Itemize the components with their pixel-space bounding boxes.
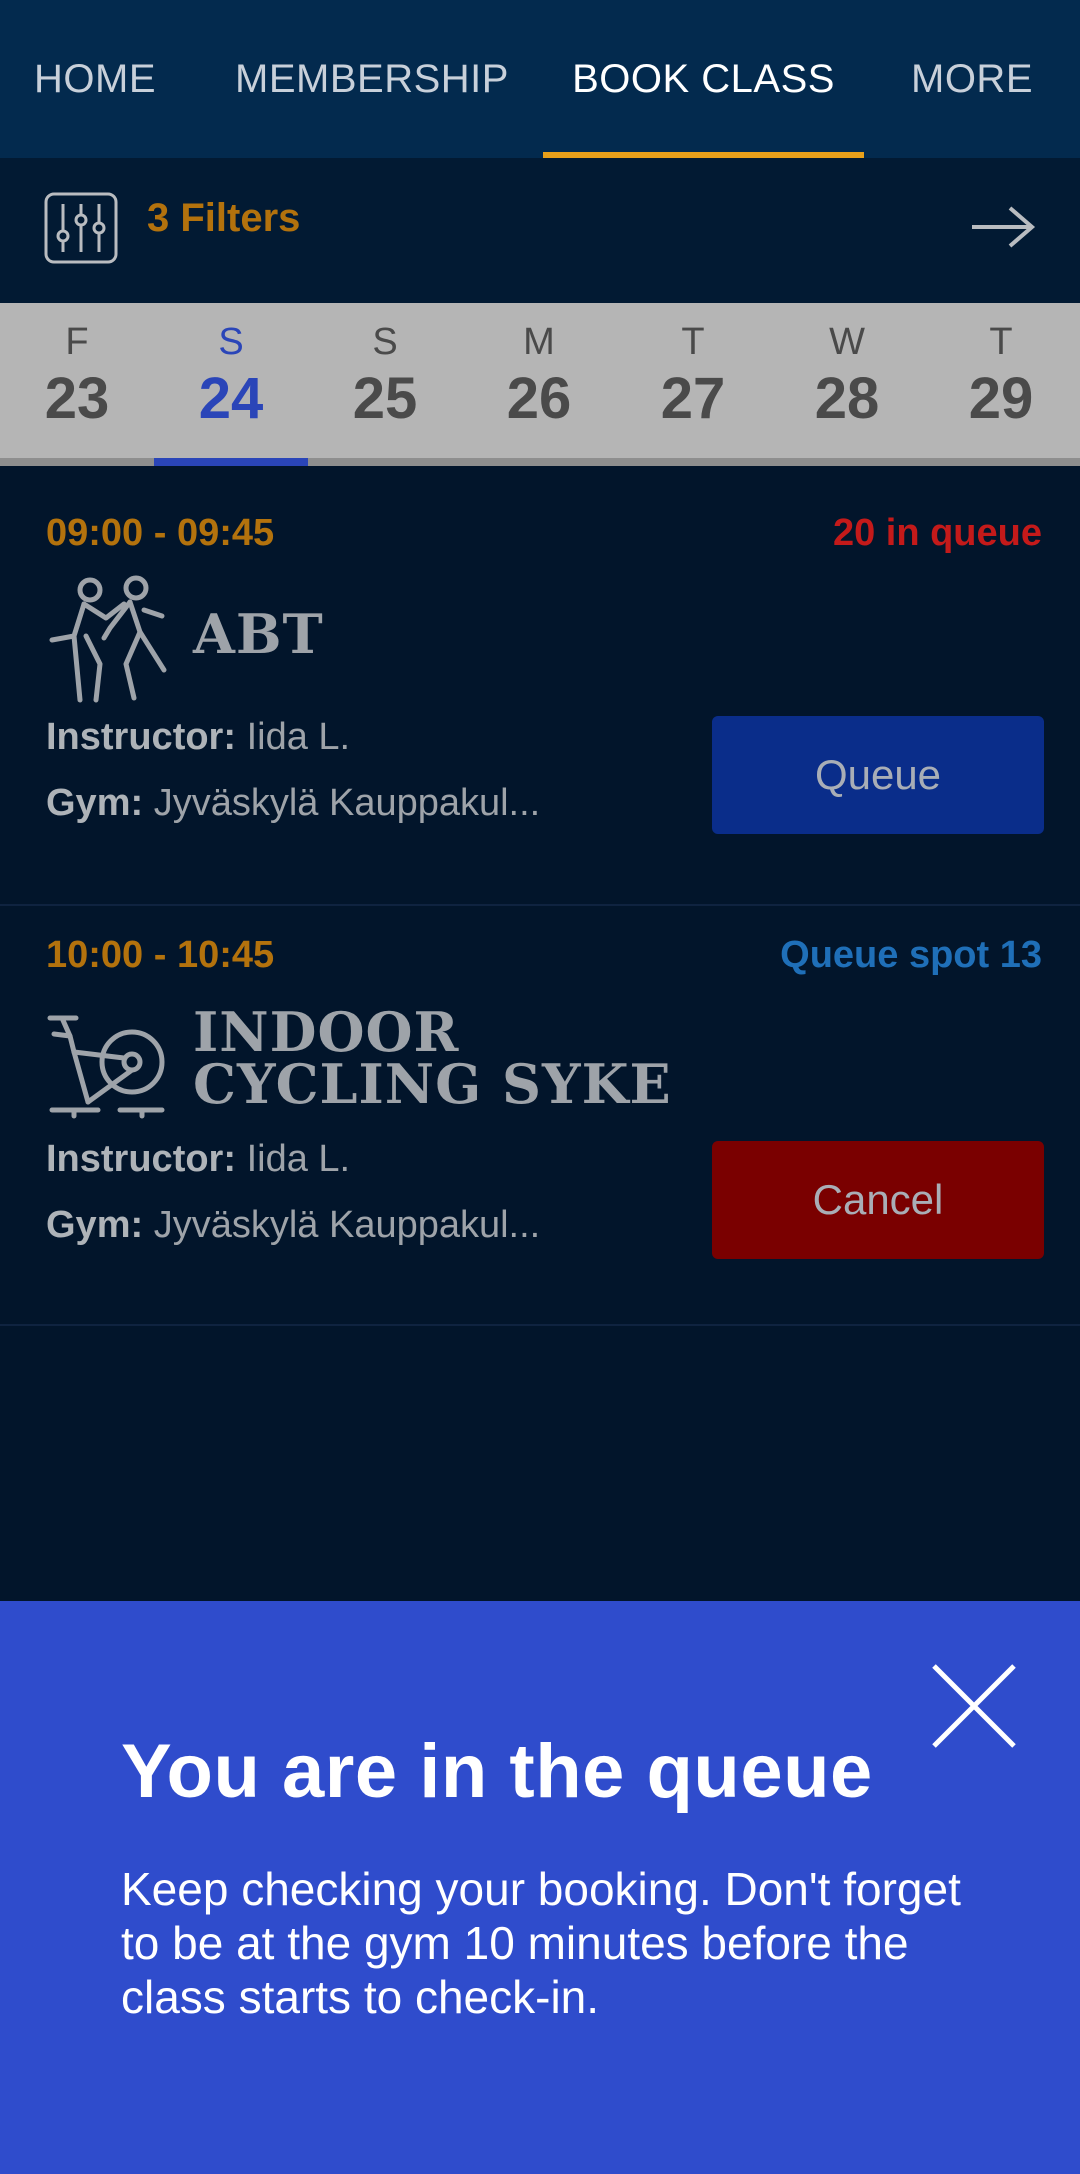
sheet-title: You are in the queue: [121, 1729, 873, 1814]
queue-status: 20 in queue: [832, 512, 1042, 554]
day-letter: M: [523, 321, 555, 363]
cancel-button[interactable]: Cancel: [712, 1141, 1044, 1259]
day-letter: S: [372, 321, 398, 363]
gym-value: Jyväskylä Kauppakul...: [153, 1204, 541, 1246]
queue-button[interactable]: Queue: [712, 716, 1044, 834]
gym-row: Gym: Jyväskylä Kauppakul...: [46, 1204, 540, 1247]
date-24-selected[interactable]: S 24: [154, 303, 308, 458]
instructor-value: Iida L.: [246, 716, 351, 758]
gym-row: Gym: Jyväskylä Kauppakul...: [46, 782, 540, 825]
day-number: 28: [814, 366, 880, 431]
class-name: ABT: [193, 602, 324, 666]
class-time: 09:00 - 09:45: [46, 512, 275, 554]
day-letter: T: [989, 321, 1013, 363]
gym-value: Jyväskylä Kauppakul...: [153, 782, 541, 824]
day-number: 24: [198, 366, 264, 431]
gym-label: Gym:: [46, 782, 144, 824]
sheet-message: Keep checking your booking. Don't forget…: [121, 1863, 961, 2023]
day-number: 23: [44, 366, 110, 431]
instructor-row: Instructor: Iida L.: [46, 716, 350, 759]
day-number: 25: [352, 366, 418, 431]
class-card: 10:00 - 10:45 Queue spot 13 INDOOR CYCLI…: [0, 906, 1080, 1326]
date-28[interactable]: W 28: [770, 303, 924, 458]
instructor-label: Instructor:: [46, 716, 236, 758]
class-name-line: INDOOR: [193, 1000, 460, 1064]
filters-count-label[interactable]: 3 Filters: [147, 196, 300, 241]
close-icon[interactable]: [930, 1662, 1018, 1750]
date-25[interactable]: S 25: [308, 303, 462, 458]
day-number: 27: [660, 366, 726, 431]
instructor-value: Iida L.: [246, 1138, 351, 1180]
class-card: 09:00 - 09:45 20 in queue ABT Instructor…: [0, 466, 1080, 906]
nav-book-class[interactable]: BOOK CLASS: [543, 0, 864, 158]
class-name-line: CYCLING SYKE: [193, 1052, 672, 1116]
day-number: 29: [968, 366, 1034, 431]
arrow-right-icon[interactable]: [970, 205, 1036, 249]
nav-home[interactable]: HOME: [22, 0, 168, 158]
day-letter: W: [829, 321, 865, 363]
exercise-bike-icon: [47, 1015, 165, 1119]
class-name: INDOOR CYCLING SYKE: [193, 1000, 672, 1116]
day-number: 26: [506, 366, 572, 431]
day-letter: F: [65, 321, 89, 363]
class-time: 10:00 - 10:45: [46, 934, 275, 976]
nav-membership[interactable]: MEMBERSHIP: [232, 0, 512, 158]
gym-label: Gym:: [46, 1204, 144, 1246]
day-letter: S: [218, 321, 244, 363]
date-26[interactable]: M 26: [462, 303, 616, 458]
instructor-row: Instructor: Iida L.: [46, 1138, 350, 1181]
sliders-icon[interactable]: [44, 192, 118, 264]
dance-icon: [49, 575, 167, 703]
date-23[interactable]: F 23: [0, 303, 154, 458]
selected-date-indicator: [154, 458, 308, 466]
date-27[interactable]: T 27: [616, 303, 770, 458]
day-letter: T: [681, 321, 705, 363]
nav-more[interactable]: MORE: [905, 0, 1039, 158]
date-29[interactable]: T 29: [924, 303, 1078, 458]
instructor-label: Instructor:: [46, 1138, 236, 1180]
queue-status: Queue spot 13: [780, 934, 1042, 976]
